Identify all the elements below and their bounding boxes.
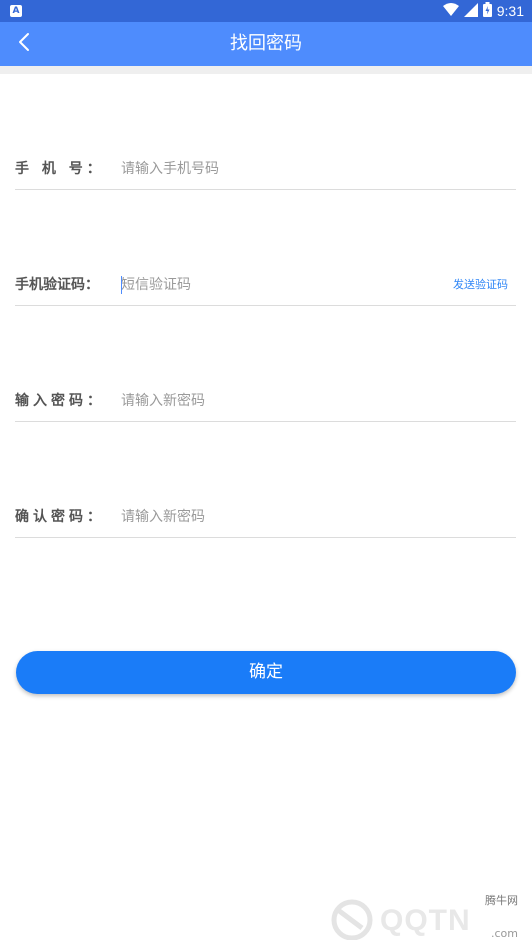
watermark-suffix-text: .com: [491, 927, 518, 940]
app-bar: 找回密码: [0, 22, 532, 66]
watermark-emblem-icon: [328, 898, 376, 944]
header-divider: [0, 66, 532, 74]
signal-icon: [463, 2, 478, 21]
chevron-left-icon: [17, 32, 31, 56]
status-bar: A 9:31: [0, 0, 532, 22]
confirm-password-row: 确认密码：: [15, 497, 516, 538]
watermark-main-text: QQTN: [380, 904, 471, 937]
confirm-button[interactable]: 确定: [16, 651, 516, 694]
watermark-top-text: 腾牛网: [485, 894, 518, 907]
status-icons: 9:31: [442, 1, 524, 21]
confirm-password-input[interactable]: [121, 502, 451, 532]
phone-row: 手 机 号：: [15, 149, 516, 190]
code-label: 手机验证码：: [15, 277, 99, 293]
back-button[interactable]: [6, 26, 42, 62]
battery-icon: [482, 1, 492, 21]
code-row: 手机验证码： 发送验证码: [15, 265, 516, 306]
status-time: 9:31: [496, 3, 524, 19]
new-password-input[interactable]: [121, 386, 451, 416]
new-password-label: 输入密码：: [15, 393, 105, 409]
confirm-password-label: 确认密码：: [15, 509, 105, 525]
new-password-row: 输入密码：: [15, 381, 516, 422]
notification-app-icon: A: [10, 5, 22, 17]
text-cursor: [121, 276, 122, 294]
code-input[interactable]: [121, 270, 351, 300]
send-code-button[interactable]: 发送验证码: [453, 265, 508, 305]
phone-label: 手 机 号：: [15, 161, 105, 177]
phone-input[interactable]: [121, 154, 451, 184]
watermark-logo: 腾牛网 QQTN .com: [314, 892, 524, 942]
page-title: 找回密码: [230, 33, 302, 54]
wifi-icon: [442, 2, 459, 21]
